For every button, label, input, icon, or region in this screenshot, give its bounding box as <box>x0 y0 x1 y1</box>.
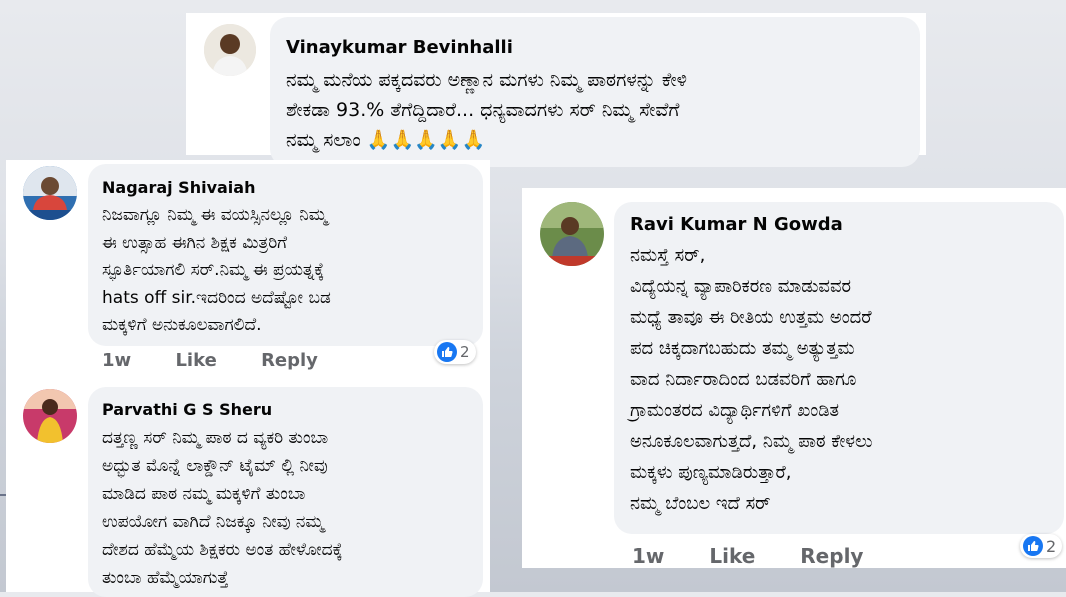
person-photo-icon <box>540 202 604 266</box>
avatar[interactable] <box>23 166 77 220</box>
commenter-name[interactable]: Vinaykumar Bevinhalli <box>286 37 513 58</box>
like-button[interactable]: Like <box>709 544 755 568</box>
comment-line: ದೇಶದ ಹೆಮ್ಮೆಯ ಶಿಕ್ಷಕರು ಅಂತ ಹೇಳೋದಕ್ಕೆ <box>102 540 343 560</box>
comment-line: hats off sir.ಇದರಿಂದ ಅದೆಷ್ಟೋ ಬಡ <box>102 287 331 308</box>
comment-time[interactable]: 1w <box>102 350 131 371</box>
comment-line: ಮಕ್ಕಳು ಪುಣ್ಯಮಾಡಿರುತ್ತಾರೆ, <box>630 462 792 483</box>
comment-bubble: Vinaykumar Bevinhalli ನಮ್ಮ ಮನೆಯ ಪಕ್ಕದವರು… <box>270 17 920 167</box>
comment-line: ಮಧ್ಯೆ ತಾವೂ ಈ ರೀತಿಯ ಉತ್ತಮ ಅಂದರೆ <box>630 307 872 328</box>
person-photo-icon <box>204 24 256 76</box>
commenter-name[interactable]: Nagaraj Shivaiah <box>102 178 255 197</box>
reply-button[interactable]: Reply <box>261 350 318 371</box>
reply-button[interactable]: Reply <box>800 544 863 568</box>
comment-text: ನಮಸ್ತೆ ಸರ್, ವಿದ್ಯೆಯನ್ನ ವ್ಯಾಪಾರಿಕರಣ ಮಾಡುವ… <box>630 240 872 519</box>
comment-line: ಉಪಯೋಗ ವಾಗಿದೆ ನಿಜಕ್ಕೂ ನೀವು ನಮ್ಮ <box>102 512 324 532</box>
comment-text: ನಿಜವಾಗ್ಲೂ ನಿಮ್ಮ ಈ ವಯಸ್ಸಿನಲ್ಲೂ ನಿಮ್ಮ ಈ ಉತ… <box>102 202 331 340</box>
comment-line: ನಿಜವಾಗ್ಲೂ ನಿಮ್ಮ ಈ ವಯಸ್ಸಿನಲ್ಲೂ ನಿಮ್ಮ <box>102 205 328 225</box>
avatar[interactable] <box>204 24 256 76</box>
comment-line: ಅದ್ಭುತ ಮೊನ್ನೆ ಲಾಕ್ಡೌನ್ ಟೈಮ್ ಲ್ಲಿ ನೀವು <box>102 456 328 476</box>
comment-line: ನಮ್ಮ ಬೆಂಬಲ ಇದೆ ಸರ್ <box>630 493 771 514</box>
person-photo-icon <box>23 389 77 443</box>
avatar[interactable] <box>23 389 77 443</box>
comment-bubble: Nagaraj Shivaiah ನಿಜವಾಗ್ಲೂ ನಿಮ್ಮ ಈ ವಯಸ್ಸ… <box>88 164 483 346</box>
reaction-number: 2 <box>1046 536 1057 556</box>
comment-line: ಮಕ್ಕಳಿಗೆ ಅನುಕೂಲವಾಗಲಿದೆ. <box>102 315 262 335</box>
comment-line: ಅನೂಕೂಲವಾಗುತ್ತದೆ, ನಿಮ್ಮ ಪಾಠ ಕೇಳಲು <box>630 431 873 452</box>
comment-bubble: Ravi Kumar N Gowda ನಮಸ್ತೆ ಸರ್, ವಿದ್ಯೆಯನ್… <box>614 202 1064 534</box>
reaction-count[interactable]: 2 <box>434 340 476 364</box>
commenter-name[interactable]: Ravi Kumar N Gowda <box>630 214 843 235</box>
comment-line: ವಿದ್ಯೆಯನ್ನ ವ್ಯಾಪಾರಿಕರಣ ಮಾಡುವವರ <box>630 276 852 297</box>
comment-line: ದತ್ತಣ್ಣ ಸರ್ ನಿಮ್ಮ ಪಾಠ ದ ವ್ಯಕರಿ ತುಂಬಾ <box>102 428 329 448</box>
comment-line: ಶೇಕಡಾ 93.% ತೆಗೆದ್ದಿದಾರೆ... ಧನ್ಯವಾದಗಳು ಸರ… <box>286 99 680 121</box>
avatar[interactable] <box>540 202 604 266</box>
comment-card-vinaykumar: Vinaykumar Bevinhalli ನಮ್ಮ ಮನೆಯ ಪಕ್ಕದವರು… <box>186 13 926 167</box>
comment-line: ನಮಸ್ತೆ ಸರ್, <box>630 245 706 266</box>
comment-actions: 1w Like Reply <box>102 350 356 371</box>
reaction-number: 2 <box>460 343 470 361</box>
comment-text: ದತ್ತಣ್ಣ ಸರ್ ನಿಮ್ಮ ಪಾಠ ದ ವ್ಯಕರಿ ತುಂಬಾ ಅದ್… <box>102 424 343 592</box>
comment-bubble: Parvathi G S Sheru ದತ್ತಣ್ಣ ಸರ್ ನಿಮ್ಮ ಪಾಠ… <box>88 387 483 597</box>
person-photo-icon <box>23 166 77 220</box>
comment-time[interactable]: 1w <box>632 544 664 568</box>
comment-line: ಈ ಉತ್ಸಾಹ ಈಗಿನ ಶಿಕ್ಷಕ ಮಿತ್ರರಿಗೆ <box>102 232 288 253</box>
comment-text: ನಮ್ಮ ಮನೆಯ ಪಕ್ಕದವರು ಅಣ್ಣಾನ ಮಗಳು ನಿಮ್ಮ ಪಾಠ… <box>286 65 687 155</box>
comment-line: ನಮ್ಮ ಸಲಾಂ 🙏🙏🙏🙏🙏 <box>286 129 486 151</box>
comment-card-ravi: Ravi Kumar N Gowda ನಮಸ್ತೆ ಸರ್, ವಿದ್ಯೆಯನ್… <box>522 188 1066 568</box>
comment-line: ವಾದ ನಿರ್ದಾರಾದಿಂದ ಬಡವರಿಗೆ ಹಾಗೂ <box>630 369 857 390</box>
like-button[interactable]: Like <box>175 350 216 371</box>
like-reaction-icon <box>1023 536 1043 556</box>
comment-actions: 1w Like Reply <box>632 544 901 568</box>
reaction-count[interactable]: 2 <box>1020 534 1063 558</box>
comment-line: ಮಾಡಿದ ಪಾಠ ನಮ್ಮ ಮಕ್ಕಳಿಗೆ ತುಂಬಾ <box>102 484 306 504</box>
commenter-name[interactable]: Parvathi G S Sheru <box>102 400 272 419</box>
comment-line: ಸ್ಫೂರ್ತಿಯಾಗಲಿ ಸರ್.ನಿಮ್ಮ ಈ ಪ್ರಯತ್ನಕ್ಕೆ <box>102 260 325 280</box>
comment-card-left: Nagaraj Shivaiah ನಿಜವಾಗ್ಲೂ ನಿಮ್ಮ ಈ ವಯಸ್ಸ… <box>6 160 490 597</box>
like-reaction-icon <box>437 342 457 362</box>
comment-line: ಪದ ಚಿಕ್ಕದಾಗಬಹುದು ತಮ್ಮ ಅತ್ಯುತ್ತಮ <box>630 338 855 359</box>
comment-line: ನಮ್ಮ ಮನೆಯ ಪಕ್ಕದವರು ಅಣ್ಣಾನ ಮಗಳು ನಿಮ್ಮ ಪಾಠ… <box>286 69 688 91</box>
comment-line: ತುಂಬಾ ಹೆಮ್ಮೆಯಾಗುತ್ತೆ <box>102 568 229 588</box>
comment-line: ಗ್ರಾಮಂತರದ ವಿದ್ಯಾರ್ಥಿಗಳಿಗೆ ಖಂಡಿತ <box>630 400 840 421</box>
